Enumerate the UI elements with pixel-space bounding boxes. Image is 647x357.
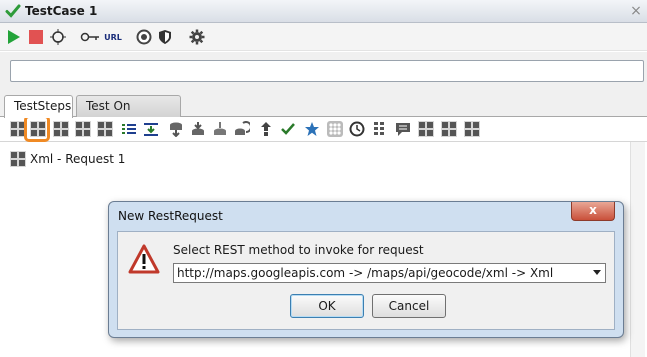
main-toolbar: URL (0, 23, 647, 51)
property-transfer-step-icon[interactable] (143, 121, 159, 137)
url-button-label: URL (104, 32, 122, 42)
dialog-close-button[interactable]: x (571, 202, 615, 221)
list-item[interactable]: Xml - Request 1 (10, 151, 125, 167)
datasink-step-icon[interactable] (212, 121, 228, 137)
rest-request-highlight (24, 115, 50, 142)
jms-mock-response-step-icon[interactable] (464, 121, 480, 137)
datasource-step-icon[interactable] (168, 121, 184, 137)
check-icon (5, 4, 21, 18)
warning-icon (128, 244, 160, 274)
key-icon[interactable] (80, 28, 100, 46)
dialog-title: New RestRequest (118, 209, 223, 223)
manual-step-icon[interactable] (395, 121, 411, 137)
run-icon[interactable] (4, 28, 22, 46)
chevron-down-icon (593, 270, 601, 275)
delay-step-icon[interactable] (349, 121, 365, 137)
gear-icon[interactable] (188, 28, 206, 46)
vertical-scrollbar[interactable] (630, 142, 645, 357)
close-icon[interactable]: × (628, 3, 644, 19)
dialog-body: Select REST method to invoke for request… (117, 231, 615, 330)
cancel-button[interactable]: Cancel (372, 294, 446, 318)
target-icon[interactable] (49, 28, 67, 46)
ok-button[interactable]: OK (290, 294, 364, 318)
rest-method-select[interactable]: http://maps.googleapis.com -> /maps/api/… (173, 263, 606, 283)
assertion-step-icon[interactable] (280, 121, 296, 137)
amf-mock-response-step-icon[interactable] (441, 121, 457, 137)
conditional-goto-step-icon[interactable] (258, 121, 274, 137)
step-label: Xml - Request 1 (30, 152, 126, 166)
datagen-step-icon[interactable] (234, 121, 250, 137)
dialog-prompt: Select REST method to invoke for request (173, 243, 424, 257)
datasource-loop-step-icon[interactable] (190, 121, 206, 137)
http-request-step-icon[interactable] (53, 121, 69, 137)
tab-strip: TestSteps Test On Demand (0, 89, 647, 134)
run-testcase-step-icon[interactable] (373, 121, 389, 137)
star-icon[interactable] (304, 121, 320, 137)
new-restrequest-dialog: New RestRequest x Select REST method to … (108, 201, 624, 338)
groovy-script-step-icon[interactable] (327, 121, 343, 137)
rest-method-selected-value: http://maps.googleapis.com -> /maps/api/… (177, 266, 554, 280)
steps-toolbar (0, 117, 647, 142)
endpoint-bar (0, 52, 647, 89)
tab-test-on-demand[interactable]: Test On Demand (76, 95, 181, 134)
endpoint-input[interactable] (10, 60, 644, 82)
tab-teststeps[interactable]: TestSteps (4, 95, 73, 118)
amf-request-step-icon[interactable] (75, 121, 91, 137)
coverage-icon[interactable] (135, 28, 153, 46)
jdbc-request-step-icon[interactable] (97, 121, 113, 137)
properties-step-icon[interactable] (121, 121, 137, 137)
testcase-title: TestCase 1 (25, 4, 98, 18)
stop-icon[interactable] (27, 28, 45, 46)
rest-request-icon (10, 151, 26, 167)
shield-icon[interactable] (156, 28, 174, 46)
testcase-title-bar: TestCase 1 × (0, 0, 647, 23)
url-button[interactable]: URL (103, 28, 123, 46)
mock-response-step-icon[interactable] (418, 121, 434, 137)
